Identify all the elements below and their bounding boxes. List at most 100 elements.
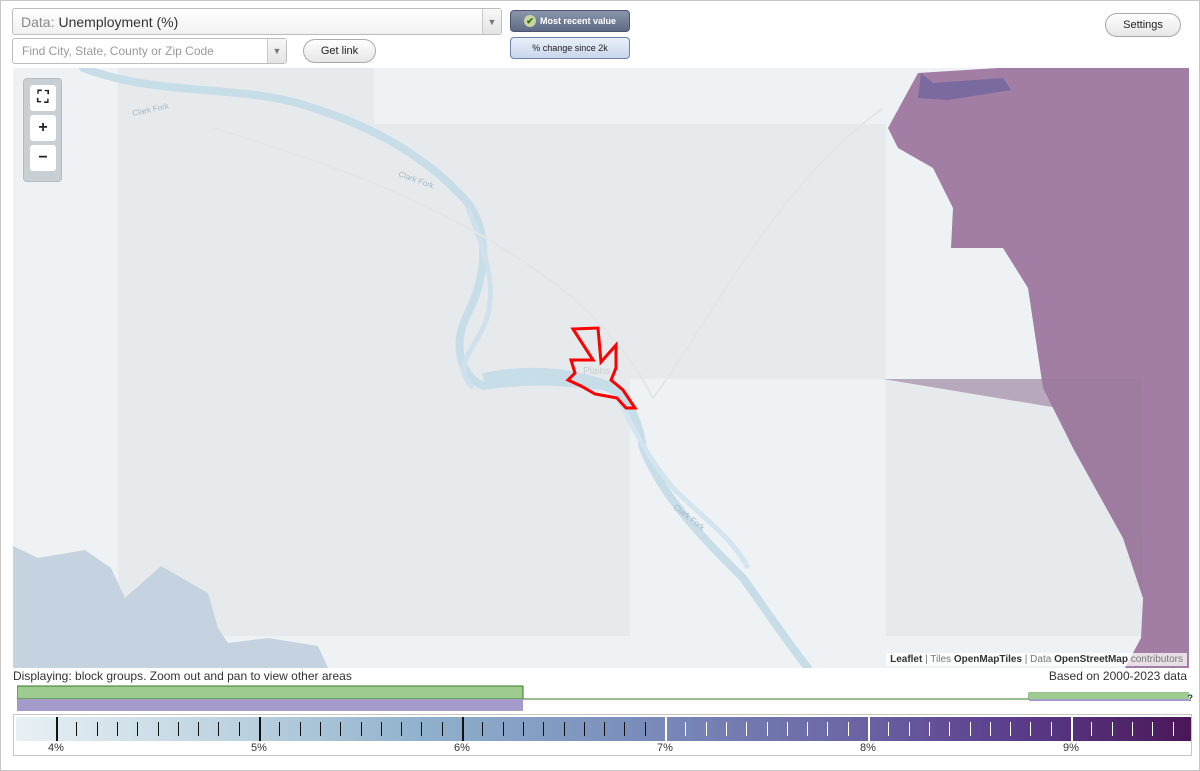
legend-minor-tick [1091, 722, 1093, 736]
legend-minor-tick [847, 722, 849, 736]
legend-minor-tick [807, 722, 809, 736]
attribution-sep: | Data [1022, 654, 1055, 665]
legend-minor-tick [1010, 722, 1012, 736]
legend-minor-tick [1152, 722, 1154, 736]
most-recent-value-label: Most recent value [539, 16, 617, 26]
block-group[interactable] [118, 124, 886, 379]
legend-minor-tick [908, 722, 910, 736]
percent-change-button[interactable]: % change since 2k [510, 37, 630, 59]
most-recent-value-button[interactable]: ✔ Most recent value [510, 10, 630, 32]
legend-minor-tick [746, 722, 748, 736]
legend-minor-tick [827, 722, 829, 736]
legend-minor-tick [319, 722, 321, 736]
legend-minor-tick [766, 722, 768, 736]
based-on-text: Based on 2000-2023 data [1048, 669, 1187, 683]
legend-tick-label: 4% [48, 742, 64, 754]
legend-minor-tick [705, 722, 707, 736]
fullscreen-icon[interactable]: ⛶ [30, 85, 56, 111]
legend-minor-tick [218, 722, 220, 736]
histogram-help[interactable]: ? [1188, 693, 1194, 703]
openmaptiles-link[interactable]: OpenMapTiles [954, 654, 1022, 665]
legend-minor-tick [583, 722, 585, 736]
legend-tick-label: 9% [1063, 742, 1079, 754]
legend-minor-tick [380, 722, 382, 736]
histogram-bar-purple [1029, 699, 1189, 701]
map[interactable]: Clark Fork Clark Fork Clark Fork Plains … [13, 68, 1189, 668]
legend-minor-tick [543, 722, 545, 736]
legend-minor-tick [888, 722, 890, 736]
legend-minor-tick [725, 722, 727, 736]
get-link-button[interactable]: Get link [303, 39, 376, 63]
zoom-in-button[interactable]: + [30, 115, 56, 141]
legend-minor-tick [502, 722, 504, 736]
legend-minor-tick [624, 722, 626, 736]
legend-minor-tick [421, 722, 423, 736]
legend-minor-tick [401, 722, 403, 736]
legend-minor-tick [96, 722, 98, 736]
location-search[interactable]: ▼ [12, 38, 287, 64]
zoom-out-button[interactable]: − [30, 145, 56, 171]
legend-major-tick [259, 717, 261, 741]
legend-minor-tick [198, 722, 200, 736]
legend-tick-label: 6% [454, 742, 470, 754]
histogram-bar-purple [17, 699, 523, 711]
legend-minor-tick [949, 722, 951, 736]
openstreetmap-link[interactable]: OpenStreetMap [1054, 654, 1128, 665]
settings-button[interactable]: Settings [1105, 13, 1181, 37]
legend-minor-tick [1131, 722, 1133, 736]
attribution-sep: | Tiles [922, 654, 954, 665]
legend-minor-tick [563, 722, 565, 736]
legend-minor-tick [1030, 722, 1032, 736]
legend-minor-tick [644, 722, 646, 736]
legend-minor-tick [340, 722, 342, 736]
search-input[interactable] [13, 39, 263, 63]
data-select-prefix: Data: [21, 13, 55, 30]
legend-minor-tick [279, 722, 281, 736]
legend-minor-tick [1111, 722, 1113, 736]
legend-tick-label: 5% [251, 742, 267, 754]
legend-tick-label: 7% [657, 742, 673, 754]
legend-minor-tick [969, 722, 971, 736]
map-controls: ⛶ + − [23, 78, 62, 182]
legend-minor-tick [482, 722, 484, 736]
legend-minor-tick [157, 722, 159, 736]
legend-minor-tick [685, 722, 687, 736]
legend-minor-tick [786, 722, 788, 736]
town-label: Plains [583, 366, 610, 377]
histogram-bar-green [17, 685, 524, 700]
legend-major-tick [56, 717, 58, 741]
legend-minor-tick [928, 722, 930, 736]
legend-minor-tick [441, 722, 443, 736]
legend-minor-tick [1050, 722, 1052, 736]
histogram [17, 685, 1189, 711]
legend-minor-tick [76, 722, 78, 736]
chevron-down-icon[interactable]: ▼ [267, 39, 286, 63]
map-canvas: Clark Fork Clark Fork Clark Fork Plains [13, 68, 1189, 668]
legend-minor-tick [360, 722, 362, 736]
legend-major-tick [1071, 717, 1073, 741]
legend-minor-tick [989, 722, 991, 736]
data-select-value: Unemployment (%) [58, 13, 179, 30]
leaflet-link[interactable]: Leaflet [890, 654, 922, 665]
check-icon: ✔ [523, 15, 536, 27]
legend-minor-tick [116, 722, 118, 736]
legend-minor-tick [604, 722, 606, 736]
legend-major-tick [868, 717, 870, 741]
histogram-bar-green [1029, 693, 1189, 699]
legend-minor-tick [238, 722, 240, 736]
displaying-text: Displaying: block groups. Zoom out and p… [13, 669, 352, 683]
data-select[interactable]: Data: Unemployment (%) ▼ [12, 8, 502, 35]
legend-tick-label: 8% [860, 742, 876, 754]
app: Data: Unemployment (%) ▼ ▼ Get link ✔ Mo… [0, 0, 1200, 771]
legend-major-tick [665, 717, 667, 741]
legend-minor-tick [177, 722, 179, 736]
chevron-down-icon[interactable]: ▼ [482, 9, 501, 34]
legend-minor-tick [299, 722, 301, 736]
attribution-contributors: contributors [1127, 654, 1183, 665]
legend-major-tick [462, 717, 464, 741]
legend-minor-tick [137, 722, 139, 736]
color-legend: 4% 5% 6% 7% 8% 9% [13, 714, 1192, 756]
legend-gradient [16, 717, 1191, 741]
legend-minor-tick [522, 722, 524, 736]
map-attribution: Leaflet | Tiles OpenMapTiles | Data Open… [886, 653, 1187, 666]
